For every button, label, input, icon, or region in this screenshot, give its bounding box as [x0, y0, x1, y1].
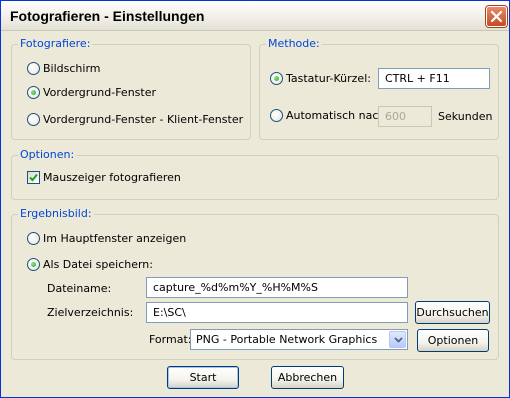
- close-icon: [490, 10, 503, 23]
- radio-vordergrund-fenster[interactable]: [27, 86, 40, 99]
- title-bar[interactable]: Fotografieren - Einstellungen: [1, 1, 509, 31]
- radio-vordergrund-fenster-label[interactable]: Vordergrund-Fenster: [43, 86, 156, 99]
- radio-hauptfenster-label[interactable]: Im Hauptfenster anzeigen: [43, 232, 186, 245]
- cancel-button[interactable]: Abbrechen: [271, 366, 344, 389]
- settings-dialog: Fotografieren - Einstellungen Fotografie…: [0, 0, 510, 398]
- format-select[interactable]: PNG - Portable Network Graphics: [190, 329, 408, 350]
- chevron-down-icon: [394, 337, 403, 343]
- radio-bildschirm[interactable]: [27, 62, 40, 75]
- directory-input[interactable]: E:\SC\: [146, 302, 408, 323]
- browse-button[interactable]: Durchsuchen: [415, 301, 490, 324]
- mouse-pointer-checkbox-label[interactable]: Mauszeiger fotografieren: [43, 171, 181, 184]
- radio-selected-dot: [274, 76, 279, 81]
- radio-hauptfenster[interactable]: [27, 232, 40, 245]
- auto-seconds-input[interactable]: 600: [378, 106, 432, 127]
- checkmark-icon: [29, 173, 38, 182]
- radio-als-datei-label[interactable]: Als Datei speichern:: [43, 258, 153, 271]
- group-fotografiere-legend: Fotografiere:: [18, 37, 93, 50]
- format-select-value: PNG - Portable Network Graphics: [196, 333, 378, 346]
- radio-klient-fenster-label[interactable]: Vordergrund-Fenster - Klient-Fenster: [43, 113, 243, 126]
- radio-klient-fenster[interactable]: [27, 113, 40, 126]
- radio-selected-dot: [31, 262, 36, 267]
- radio-tastatur-kuerzel[interactable]: [270, 72, 283, 85]
- filename-input[interactable]: capture_%d%m%Y_%H%M%S: [146, 277, 408, 298]
- hotkey-input[interactable]: CTRL + F11: [378, 68, 490, 89]
- radio-selected-dot: [31, 90, 36, 95]
- radio-als-datei[interactable]: [27, 258, 40, 271]
- seconds-label: Sekunden: [438, 110, 493, 123]
- group-ergebnisbild-legend: Ergebnisbild:: [18, 207, 94, 220]
- radio-tastatur-kuerzel-label[interactable]: Tastatur-Kürzel:: [286, 72, 371, 85]
- mouse-pointer-checkbox[interactable]: [27, 171, 40, 184]
- format-dropdown-button[interactable]: [389, 331, 406, 348]
- format-options-button[interactable]: Optionen: [417, 329, 489, 352]
- window-title: Fotografieren - Einstellungen: [10, 8, 205, 24]
- radio-automatisch[interactable]: [270, 109, 283, 122]
- directory-label: Zielverzeichnis:: [47, 306, 134, 319]
- filename-label: Dateiname:: [47, 282, 112, 295]
- radio-automatisch-label[interactable]: Automatisch nach:: [286, 109, 389, 122]
- format-label: Format:: [149, 333, 192, 346]
- group-optionen-legend: Optionen:: [18, 148, 77, 161]
- start-button[interactable]: Start: [167, 366, 239, 389]
- group-methode-legend: Methode:: [266, 37, 322, 50]
- radio-bildschirm-label[interactable]: Bildschirm: [43, 62, 101, 75]
- close-button[interactable]: [486, 6, 507, 27]
